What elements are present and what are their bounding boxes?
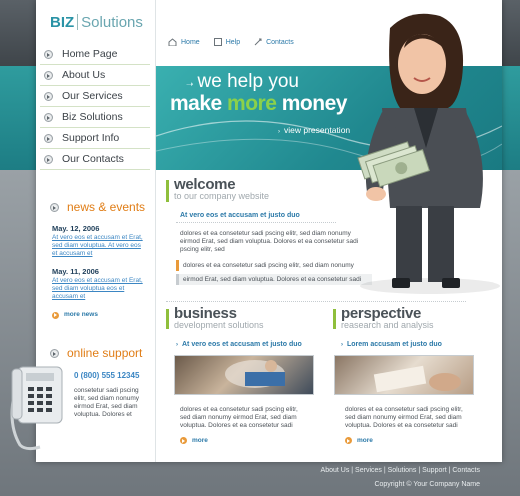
arrow-circle-icon	[345, 437, 352, 444]
footer-link-about-us[interactable]: About Us	[321, 467, 350, 474]
perspective-link-label: Lorem accusam et justo duo	[347, 341, 442, 348]
arrow-bullet-icon	[44, 154, 53, 164]
telephone-icon	[10, 366, 63, 451]
footer-link-solutions[interactable]: Solutions	[388, 467, 417, 474]
logo-biz: BIZ	[50, 14, 75, 31]
business-link-label: At vero eos et accusam et justo duo	[182, 341, 302, 348]
perspective-more-label: more	[357, 437, 373, 444]
nav-label: Home Page	[62, 48, 118, 60]
news-title: news & events	[67, 200, 146, 214]
top-link-contacts-label: Contacts	[266, 38, 294, 46]
main-nav: Home Page About Us Our Services Biz Solu…	[40, 44, 150, 170]
perspective-photo	[334, 355, 474, 395]
arrow-icon: ›	[176, 341, 178, 348]
support-heading: online support	[50, 346, 142, 360]
arrow-bullet-icon	[44, 49, 53, 59]
business-photo	[174, 355, 314, 395]
nav-label: Biz Solutions	[62, 111, 123, 123]
businesswoman-photo	[357, 13, 500, 294]
logo-divider	[77, 14, 79, 30]
arrow-circle-icon	[52, 311, 59, 319]
banner-make: make	[170, 92, 228, 115]
business-photo-figure	[225, 360, 285, 388]
welcome-subtitle: to our company website	[174, 191, 270, 201]
more-news-label: more news	[64, 311, 98, 318]
top-link-home[interactable]: Home	[168, 38, 200, 46]
arrow-bullet-icon	[50, 348, 59, 358]
perspective-photo-figure	[373, 365, 461, 393]
copyright: Copyright © Your Company Name	[374, 481, 480, 488]
business-more-label: more	[192, 437, 208, 444]
welcome-link[interactable]: At vero eos et accusam et justo duo	[180, 212, 300, 219]
perspective-subtitle: reasearch and analysis	[341, 320, 434, 330]
logo: BIZ Solutions	[50, 14, 143, 31]
perspective-body: dolores et ea consetetur sadi pscing eli…	[345, 406, 463, 429]
banner-more: more	[227, 92, 277, 115]
divider	[176, 222, 336, 223]
top-link-help[interactable]: Help	[213, 38, 241, 46]
nav-label: Our Services	[62, 90, 123, 102]
news-date: May. 12, 2006	[52, 224, 100, 233]
arrow-circle-icon	[180, 437, 187, 444]
home-icon	[168, 38, 177, 46]
welcome-accent-bar	[166, 180, 169, 202]
banner-headline: make more money	[170, 92, 347, 116]
help-icon	[213, 38, 222, 46]
footer-link-contacts[interactable]: Contacts	[452, 467, 480, 474]
arrow-icon: ›	[278, 129, 280, 135]
logo-solutions: Solutions	[81, 14, 143, 31]
arrow-icon: ➝	[186, 79, 194, 89]
top-link-help-label: Help	[225, 38, 241, 46]
footer-link-services[interactable]: Services	[355, 467, 382, 474]
contacts-icon	[254, 38, 262, 46]
footer-links: About Us | Services | Solutions | Suppor…	[321, 467, 480, 474]
news-item: May. 12, 2006 At vero eos et accusam et …	[52, 225, 148, 258]
nav-label: Support Info	[62, 132, 120, 144]
business-link[interactable]: › At vero eos et accusam et justo duo	[176, 341, 302, 348]
nav-label: Our Contacts	[62, 153, 124, 165]
news-item: May. 11, 2006 At vero eos et accusam et …	[52, 268, 148, 301]
support-text: consetetur sadi pscing elitr, sed diam n…	[74, 387, 140, 418]
business-accent-bar	[166, 309, 169, 329]
footer-link-support[interactable]: Support	[422, 467, 447, 474]
banner-line1-text: we help you	[197, 71, 299, 92]
support-phone: 0 (800) 555 12345	[74, 371, 140, 380]
more-news-link[interactable]: more news	[52, 311, 148, 319]
business-body: dolores et ea consetetur sadi pscing eli…	[180, 406, 298, 429]
arrow-bullet-icon	[44, 133, 53, 143]
news-link[interactable]: At vero eos et accusam et Erat, sed diam…	[52, 234, 148, 258]
nav-item-about-us[interactable]: About Us	[40, 65, 150, 86]
business-subtitle: development solutions	[174, 320, 264, 330]
nav-item-support-info[interactable]: Support Info	[40, 128, 150, 149]
nav-item-our-contacts[interactable]: Our Contacts	[40, 149, 150, 170]
arrow-bullet-icon	[50, 202, 59, 212]
nav-label: About Us	[62, 69, 106, 81]
banner-line1: ➝ we help you	[186, 71, 299, 93]
perspective-accent-bar	[333, 309, 336, 329]
news-heading: news & events	[50, 200, 145, 214]
nav-item-our-services[interactable]: Our Services	[40, 86, 150, 107]
divider	[166, 301, 466, 302]
top-links: Home Help Contacts	[168, 38, 308, 46]
top-link-home-label: Home	[181, 38, 200, 46]
nav-item-home-page[interactable]: Home Page	[40, 44, 150, 65]
nav-item-biz-solutions[interactable]: Biz Solutions	[40, 107, 150, 128]
arrow-bullet-icon	[44, 91, 53, 101]
news-link[interactable]: At vero eos et accusam et Erat, sed diam…	[52, 277, 148, 301]
perspective-more-link[interactable]: more	[345, 437, 373, 444]
support-title: online support	[67, 346, 143, 360]
arrow-icon: ›	[341, 341, 343, 348]
arrow-bullet-icon	[44, 112, 53, 122]
perspective-link[interactable]: › Lorem accusam et justo duo	[341, 341, 442, 348]
arrow-bullet-icon	[44, 70, 53, 80]
business-more-link[interactable]: more	[180, 437, 208, 444]
top-link-contacts[interactable]: Contacts	[254, 38, 294, 46]
news-list: May. 12, 2006 At vero eos et accusam et …	[52, 225, 148, 319]
news-date: May. 11, 2006	[52, 267, 99, 276]
